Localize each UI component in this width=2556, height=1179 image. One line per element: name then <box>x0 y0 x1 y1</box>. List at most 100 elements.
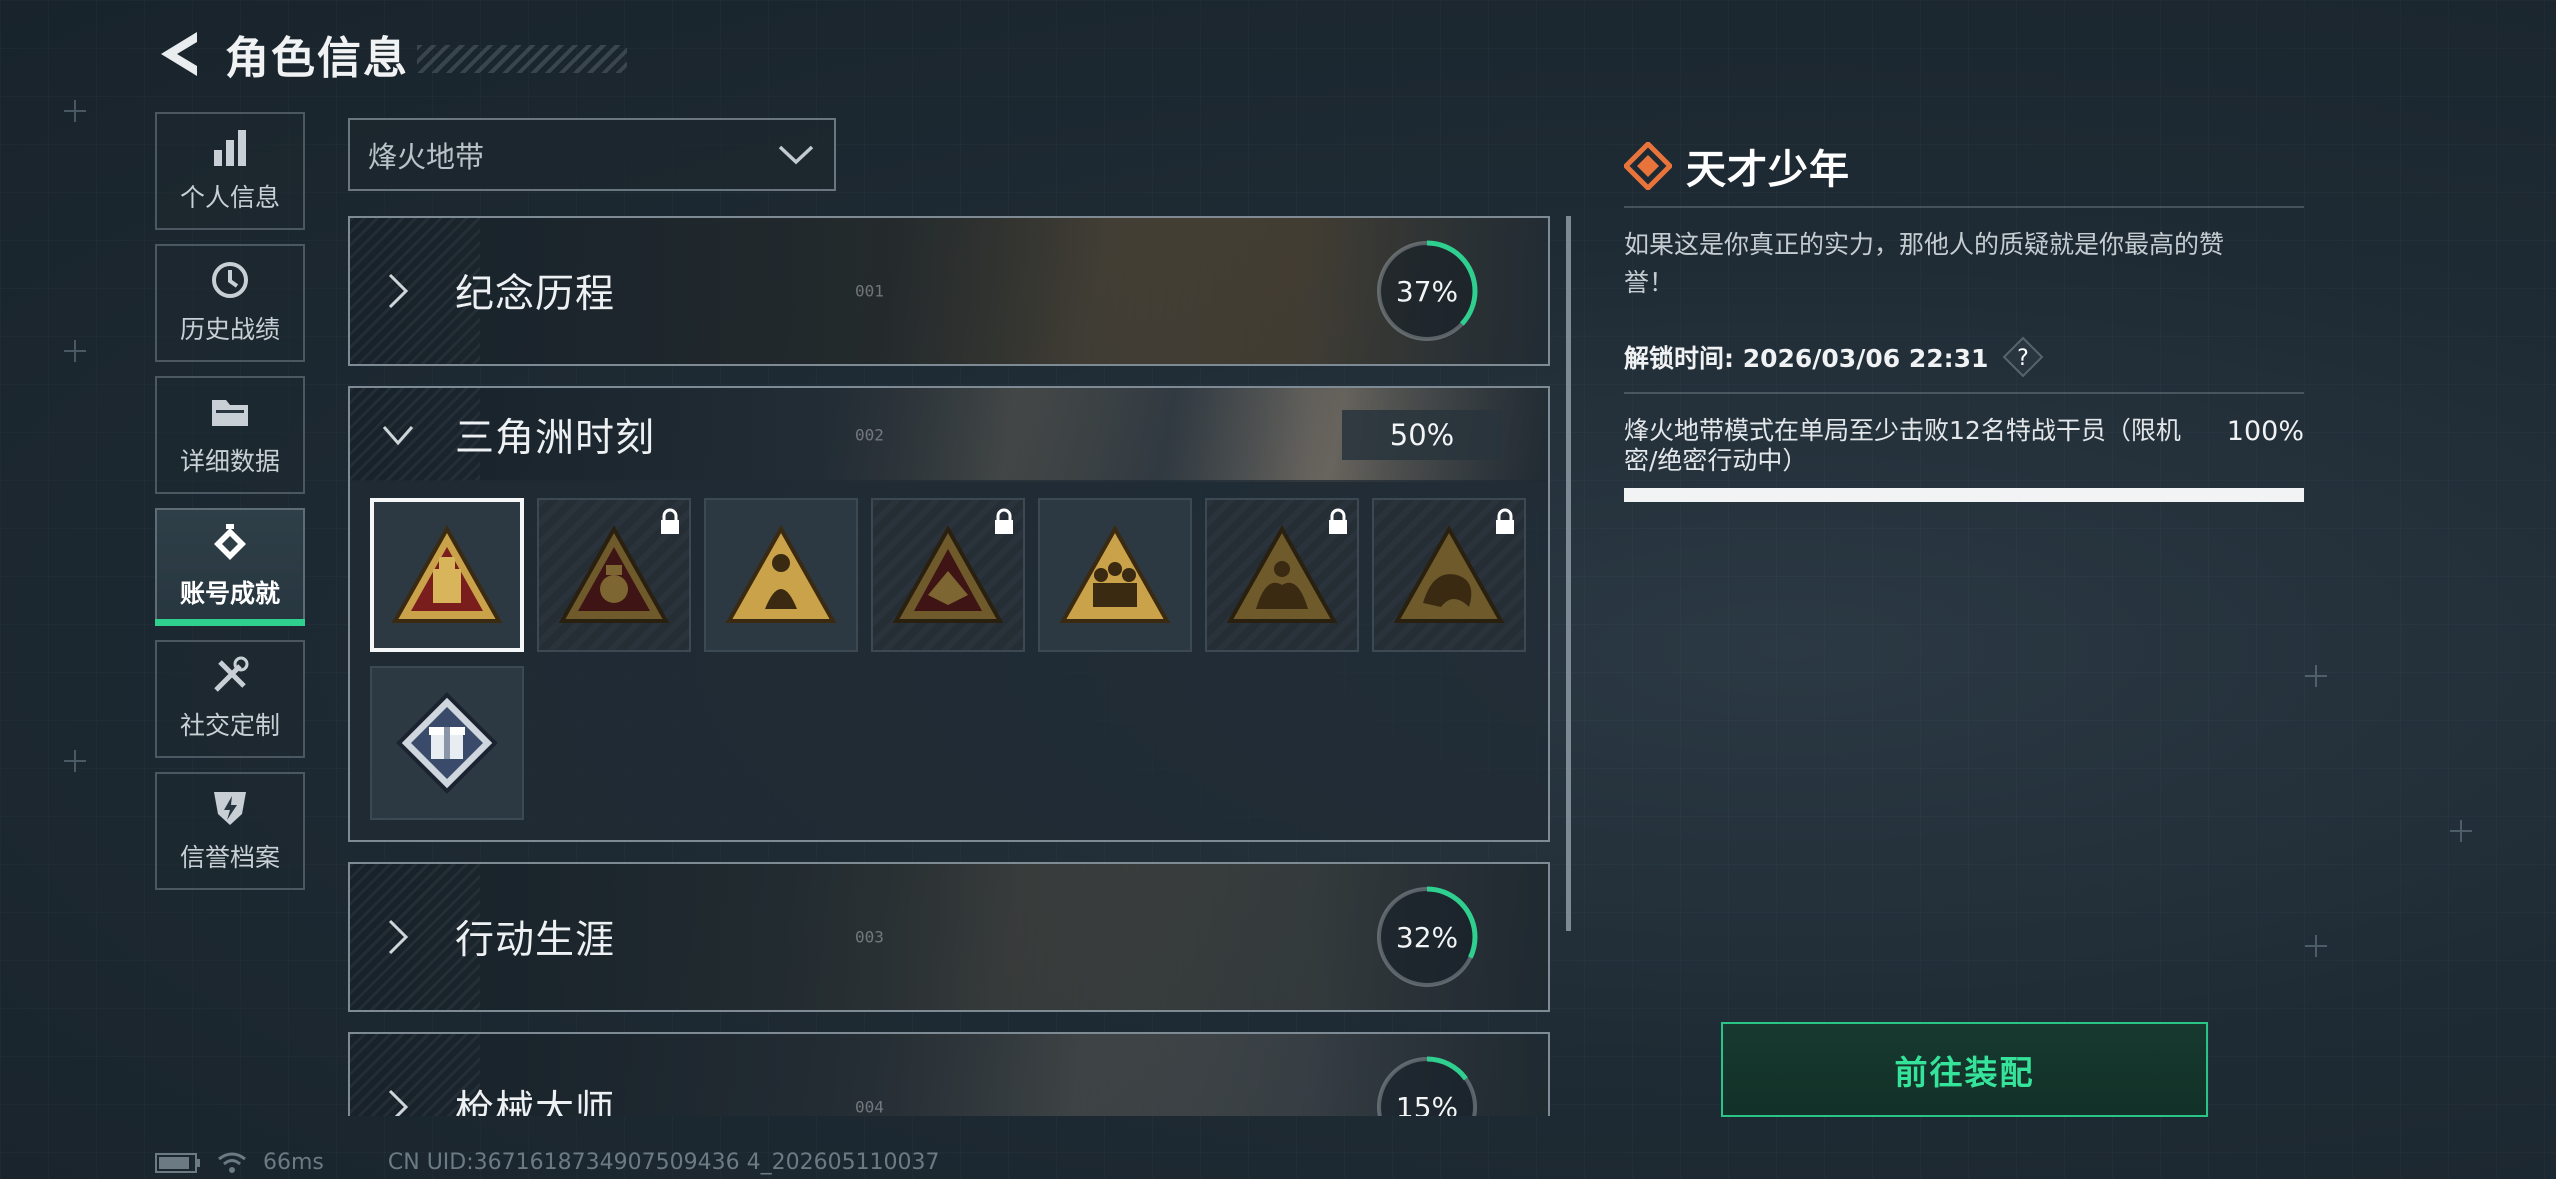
go-equip-button[interactable]: 前往装配 <box>1721 1022 2208 1117</box>
category-progress-ring: 37% <box>1374 238 1480 344</box>
category-number: 002 <box>855 425 884 445</box>
lock-icon <box>1496 508 1514 534</box>
mode-dropdown-value: 烽火地带 <box>368 139 485 174</box>
category-percent: 32% <box>1395 920 1459 954</box>
achievement-diamond-icon <box>1624 142 1672 190</box>
user-uid: CN UID:3671618734907509436 4_20260511003… <box>387 1150 940 1175</box>
category-number: 001 <box>855 281 884 301</box>
sidebar-item-label: 个人信息 <box>179 183 280 212</box>
title-decoration <box>417 45 627 73</box>
list-scrollbar[interactable] <box>1566 216 1571 931</box>
sidebar-item-personal-info[interactable]: 个人信息 <box>155 112 305 230</box>
decor-cross <box>64 750 86 772</box>
mode-dropdown[interactable]: 烽火地带 <box>348 118 836 191</box>
condition-progress-bar <box>1624 488 2304 502</box>
dragon-badge-icon <box>1393 525 1505 623</box>
squad-badge-icon <box>1059 525 1171 623</box>
sidebar-item-achievements[interactable]: 账号成就 <box>155 508 305 626</box>
chevron-right-icon <box>388 1089 409 1116</box>
sidebar-item-history[interactable]: 历史战绩 <box>155 244 305 362</box>
category-progress-ring: 15% <box>1374 1054 1480 1116</box>
decor-cross <box>2305 935 2327 957</box>
page-header: 角色信息 <box>155 22 627 86</box>
achievement-badge-grid <box>348 480 1550 842</box>
badge-tile[interactable] <box>1205 498 1359 652</box>
help-button[interactable]: ? <box>2002 336 2044 378</box>
achievement-title: 天才少年 <box>1686 147 1850 193</box>
history-icon <box>212 262 248 298</box>
tools-icon <box>214 656 249 692</box>
sidebar-item-label: 信誉档案 <box>179 843 280 872</box>
badge-tile[interactable] <box>871 498 1025 652</box>
decor-cross <box>64 100 86 122</box>
achievement-detail-panel: 天才少年 如果这是你真正的实力，那他人的质疑就是你最高的赞誉！ 解锁时间: 20… <box>1624 140 2304 502</box>
sidebar-item-details[interactable]: 详细数据 <box>155 376 305 494</box>
folder-icon <box>212 400 248 426</box>
category-percent: 37% <box>1395 274 1459 308</box>
sidebar-item-label: 账号成就 <box>179 579 280 608</box>
category-percent: 15% <box>1395 1090 1459 1117</box>
bar-chart-icon <box>214 130 246 166</box>
badge-tile[interactable] <box>704 498 858 652</box>
hands-badge-icon <box>892 525 1004 623</box>
divider <box>1624 206 2304 208</box>
lock-icon <box>995 508 1013 534</box>
back-arrow-icon <box>161 32 197 76</box>
achievement-description: 如果这是你真正的实力，那他人的质疑就是你最高的赞誉！ <box>1624 230 2225 297</box>
category-name: 枪械大师 <box>455 1088 616 1116</box>
badge-tile[interactable] <box>1372 498 1526 652</box>
help-glyph: ? <box>2018 346 2030 371</box>
decor-cross <box>64 340 86 362</box>
category-memorial[interactable]: 纪念历程 001 37% <box>348 216 1550 366</box>
page-title: 角色信息 <box>225 33 409 84</box>
usb-drive-badge-icon <box>391 525 503 623</box>
category-progress-ring: 32% <box>1374 884 1480 990</box>
unlock-condition: 烽火地带模式在单局至少击败12名特战干员（限机密/绝密行动中） <box>1624 416 2181 475</box>
badge-tile[interactable] <box>537 498 691 652</box>
sidebar-item-reputation[interactable]: 信誉档案 <box>155 772 305 890</box>
detail-header: 天才少年 <box>1624 140 2304 193</box>
divider <box>1624 392 2304 394</box>
category-number: 003 <box>855 927 884 947</box>
category-percent: 50% <box>1342 410 1502 460</box>
category-weapon-master[interactable]: 枪械大师 004 15% <box>348 1032 1550 1116</box>
sidebar-item-label: 社交定制 <box>179 711 280 740</box>
progress-fill <box>1624 488 2304 502</box>
beasts-badge-icon <box>1226 525 1338 623</box>
scrollbar-thumb[interactable] <box>1566 216 1571 931</box>
kettlebell-badge-icon <box>558 525 670 623</box>
badge-tile[interactable] <box>370 498 524 652</box>
condition-row: 烽火地带模式在单局至少击败12名特战干员（限机密/绝密行动中） 100% <box>1624 416 2304 476</box>
lock-icon <box>661 508 679 534</box>
decor-cross <box>2450 820 2472 842</box>
sidebar-item-label: 详细数据 <box>179 447 280 476</box>
chevron-right-icon <box>388 273 409 309</box>
gift-box-badge-icon <box>396 692 498 794</box>
sidebar: 个人信息 历史战绩 详细数据 账号成就 社交定制 信誉档案 <box>155 112 305 904</box>
network-ping: 66ms <box>263 1150 324 1175</box>
condition-percent: 100% <box>2226 416 2304 447</box>
category-operation-career[interactable]: 行动生涯 003 32% <box>348 862 1550 1012</box>
chevron-down-icon <box>778 145 814 164</box>
sidebar-item-social[interactable]: 社交定制 <box>155 640 305 758</box>
unlock-time-row: 解锁时间: 2026/03/06 22:31 ? <box>1624 336 2304 378</box>
wifi-icon <box>218 1152 246 1173</box>
category-delta-moments[interactable]: 三角洲时刻 002 50% <box>348 386 1550 482</box>
unlock-time: 解锁时间: 2026/03/06 22:31 <box>1624 344 1989 373</box>
battery-icon <box>155 1152 200 1173</box>
back-button[interactable] <box>155 28 203 80</box>
chevron-down-icon <box>382 426 414 446</box>
chevron-right-icon <box>388 919 409 955</box>
category-name: 三角洲时刻 <box>455 416 656 461</box>
decor-cross <box>2305 665 2327 687</box>
achievement-icon <box>214 524 246 560</box>
badge-tile[interactable] <box>1038 498 1192 652</box>
figure-badge-icon <box>725 525 837 623</box>
sidebar-item-label: 历史战绩 <box>179 315 280 344</box>
achievement-category-list: 纪念历程 001 37% 三角洲时刻 002 50% 行动生涯 003 32% … <box>348 216 1550 1116</box>
badge-tile[interactable] <box>370 666 524 820</box>
status-bar: 66ms CN UID:3671618734907509436 4_202605… <box>155 1150 940 1175</box>
category-name: 行动生涯 <box>455 918 616 963</box>
category-number: 004 <box>855 1097 884 1117</box>
category-name: 纪念历程 <box>455 272 616 317</box>
